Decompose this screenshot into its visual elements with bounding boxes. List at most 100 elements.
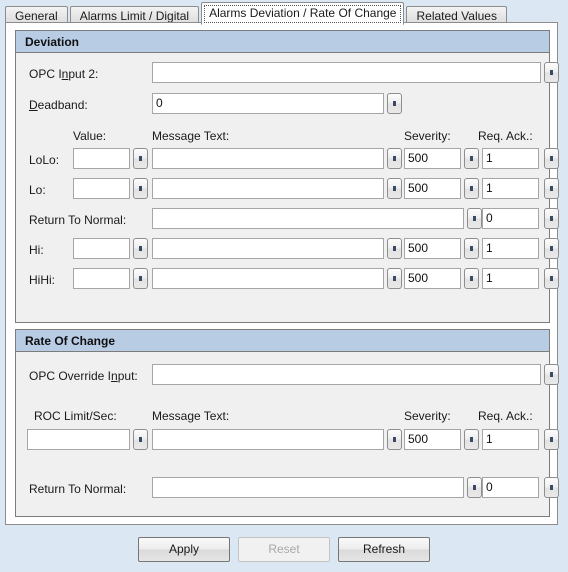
deviation-group-body: OPC Input 2: Deadband: 0 Value: Message … bbox=[16, 53, 559, 322]
lolo-value-browse-button[interactable] bbox=[133, 148, 148, 169]
deviation-rtn-req-ack-field[interactable]: 0 bbox=[482, 208, 539, 229]
roc-limit-browse-button[interactable] bbox=[133, 429, 148, 450]
roc-message-field[interactable] bbox=[152, 429, 384, 450]
deviation-rtn-message-browse-button[interactable] bbox=[467, 208, 482, 229]
lo-value-browse-button[interactable] bbox=[133, 178, 148, 199]
hihi-message-field[interactable] bbox=[152, 268, 384, 289]
hi-value-browse-button[interactable] bbox=[133, 238, 148, 259]
ellipsis-icon bbox=[550, 372, 553, 377]
ellipsis-icon bbox=[550, 216, 553, 221]
column-header-roc-severity: Severity: bbox=[404, 409, 451, 423]
tab-alarms-deviation-rate-of-change[interactable]: Alarms Deviation / Rate Of Change bbox=[201, 2, 405, 25]
hihi-severity-field[interactable]: 500 bbox=[404, 268, 461, 289]
ellipsis-icon bbox=[470, 186, 473, 191]
roc-rtn-req-ack-field[interactable]: 0 bbox=[482, 477, 539, 498]
deadband-browse-button[interactable] bbox=[387, 93, 402, 114]
hi-req-ack-field[interactable]: 1 bbox=[482, 238, 539, 259]
hi-value-field[interactable] bbox=[73, 238, 130, 259]
ellipsis-icon bbox=[393, 246, 396, 251]
hi-message-browse-button[interactable] bbox=[387, 238, 402, 259]
ellipsis-icon bbox=[550, 437, 553, 442]
lolo-value-field[interactable] bbox=[73, 148, 130, 169]
alarm-configuration-dialog: General Alarms Limit / Digital Alarms De… bbox=[0, 0, 568, 572]
refresh-button[interactable]: Refresh bbox=[338, 537, 430, 562]
hi-req-ack-browse-button[interactable] bbox=[544, 238, 559, 259]
roc-req-ack-field[interactable]: 1 bbox=[482, 429, 539, 450]
lolo-req-ack-field[interactable]: 1 bbox=[482, 148, 539, 169]
roc-rtn-message-field[interactable] bbox=[152, 477, 464, 498]
lo-req-ack-field[interactable]: 1 bbox=[482, 178, 539, 199]
ellipsis-icon bbox=[393, 101, 396, 106]
tab-label: Alarms Limit / Digital bbox=[79, 9, 190, 23]
roc-req-ack-browse-button[interactable] bbox=[544, 429, 559, 450]
opc-override-input-browse-button[interactable] bbox=[544, 364, 559, 385]
lolo-message-field[interactable] bbox=[152, 148, 384, 169]
lo-message-browse-button[interactable] bbox=[387, 178, 402, 199]
row-label-return-to-normal: Return To Normal: bbox=[29, 213, 127, 227]
deadband-label: Deadband: bbox=[29, 98, 88, 112]
roc-rtn-req-ack-browse-button[interactable] bbox=[544, 477, 559, 498]
tab-label: Alarms Deviation / Rate Of Change bbox=[209, 6, 397, 20]
ellipsis-icon bbox=[139, 246, 142, 251]
opc-input-2-field[interactable] bbox=[152, 62, 541, 83]
tab-strip: General Alarms Limit / Digital Alarms De… bbox=[0, 0, 568, 25]
tab-label: General bbox=[15, 9, 58, 23]
lo-message-field[interactable] bbox=[152, 178, 384, 199]
deadband-field[interactable]: 0 bbox=[152, 93, 384, 114]
ellipsis-icon bbox=[550, 186, 553, 191]
opc-input-2-label: OPC Input 2: bbox=[29, 67, 99, 81]
row-label-hihi: HiHi: bbox=[29, 273, 55, 287]
hihi-severity-browse-button[interactable] bbox=[464, 268, 479, 289]
lolo-req-ack-browse-button[interactable] bbox=[544, 148, 559, 169]
roc-severity-field[interactable]: 500 bbox=[404, 429, 461, 450]
hi-severity-field[interactable]: 500 bbox=[404, 238, 461, 259]
roc-message-browse-button[interactable] bbox=[387, 429, 402, 450]
ellipsis-icon bbox=[393, 276, 396, 281]
lo-severity-browse-button[interactable] bbox=[464, 178, 479, 199]
ellipsis-icon bbox=[470, 156, 473, 161]
hihi-value-browse-button[interactable] bbox=[133, 268, 148, 289]
ellipsis-icon bbox=[470, 276, 473, 281]
opc-override-input-label: OPC Override Input: bbox=[29, 369, 138, 383]
ellipsis-icon bbox=[550, 70, 553, 75]
deviation-rtn-req-ack-browse-button[interactable] bbox=[544, 208, 559, 229]
hihi-value-field[interactable] bbox=[73, 268, 130, 289]
ellipsis-icon bbox=[139, 276, 142, 281]
ellipsis-icon bbox=[470, 437, 473, 442]
hi-severity-browse-button[interactable] bbox=[464, 238, 479, 259]
apply-button[interactable]: Apply bbox=[138, 537, 230, 562]
ellipsis-icon bbox=[393, 156, 396, 161]
lo-severity-field[interactable]: 500 bbox=[404, 178, 461, 199]
hihi-message-browse-button[interactable] bbox=[387, 268, 402, 289]
roc-rtn-message-browse-button[interactable] bbox=[467, 477, 482, 498]
hihi-req-ack-field[interactable]: 1 bbox=[482, 268, 539, 289]
lolo-severity-field[interactable]: 500 bbox=[404, 148, 461, 169]
reset-button: Reset bbox=[238, 537, 330, 562]
roc-limit-field[interactable] bbox=[27, 429, 130, 450]
hi-message-field[interactable] bbox=[152, 238, 384, 259]
lo-value-field[interactable] bbox=[73, 178, 130, 199]
column-header-req-ack: Req. Ack.: bbox=[478, 129, 533, 143]
lolo-message-browse-button[interactable] bbox=[387, 148, 402, 169]
deviation-rtn-message-field[interactable] bbox=[152, 208, 464, 229]
row-label-lo: Lo: bbox=[29, 183, 46, 197]
column-header-message-text: Message Text: bbox=[152, 129, 230, 143]
ellipsis-icon bbox=[470, 246, 473, 251]
ellipsis-icon bbox=[550, 246, 553, 251]
opc-input-2-browse-button[interactable] bbox=[544, 62, 559, 83]
ellipsis-icon bbox=[550, 485, 553, 490]
hihi-req-ack-browse-button[interactable] bbox=[544, 268, 559, 289]
opc-override-input-field[interactable] bbox=[152, 364, 541, 385]
lolo-severity-browse-button[interactable] bbox=[464, 148, 479, 169]
rate-of-change-group-title: Rate Of Change bbox=[16, 330, 549, 352]
dialog-button-bar: Apply Reset Refresh bbox=[0, 527, 568, 572]
ellipsis-icon bbox=[550, 156, 553, 161]
deviation-group: Deviation OPC Input 2: Deadband: 0 Value… bbox=[15, 30, 559, 323]
roc-severity-browse-button[interactable] bbox=[464, 429, 479, 450]
ellipsis-icon bbox=[139, 437, 142, 442]
ellipsis-icon bbox=[139, 186, 142, 191]
rate-of-change-group: Rate Of Change OPC Override Input: ROC L… bbox=[15, 329, 559, 517]
tab-page-alarms-deviation: Deviation OPC Input 2: Deadband: 0 Value… bbox=[5, 22, 559, 525]
lo-req-ack-browse-button[interactable] bbox=[544, 178, 559, 199]
ellipsis-icon bbox=[139, 156, 142, 161]
